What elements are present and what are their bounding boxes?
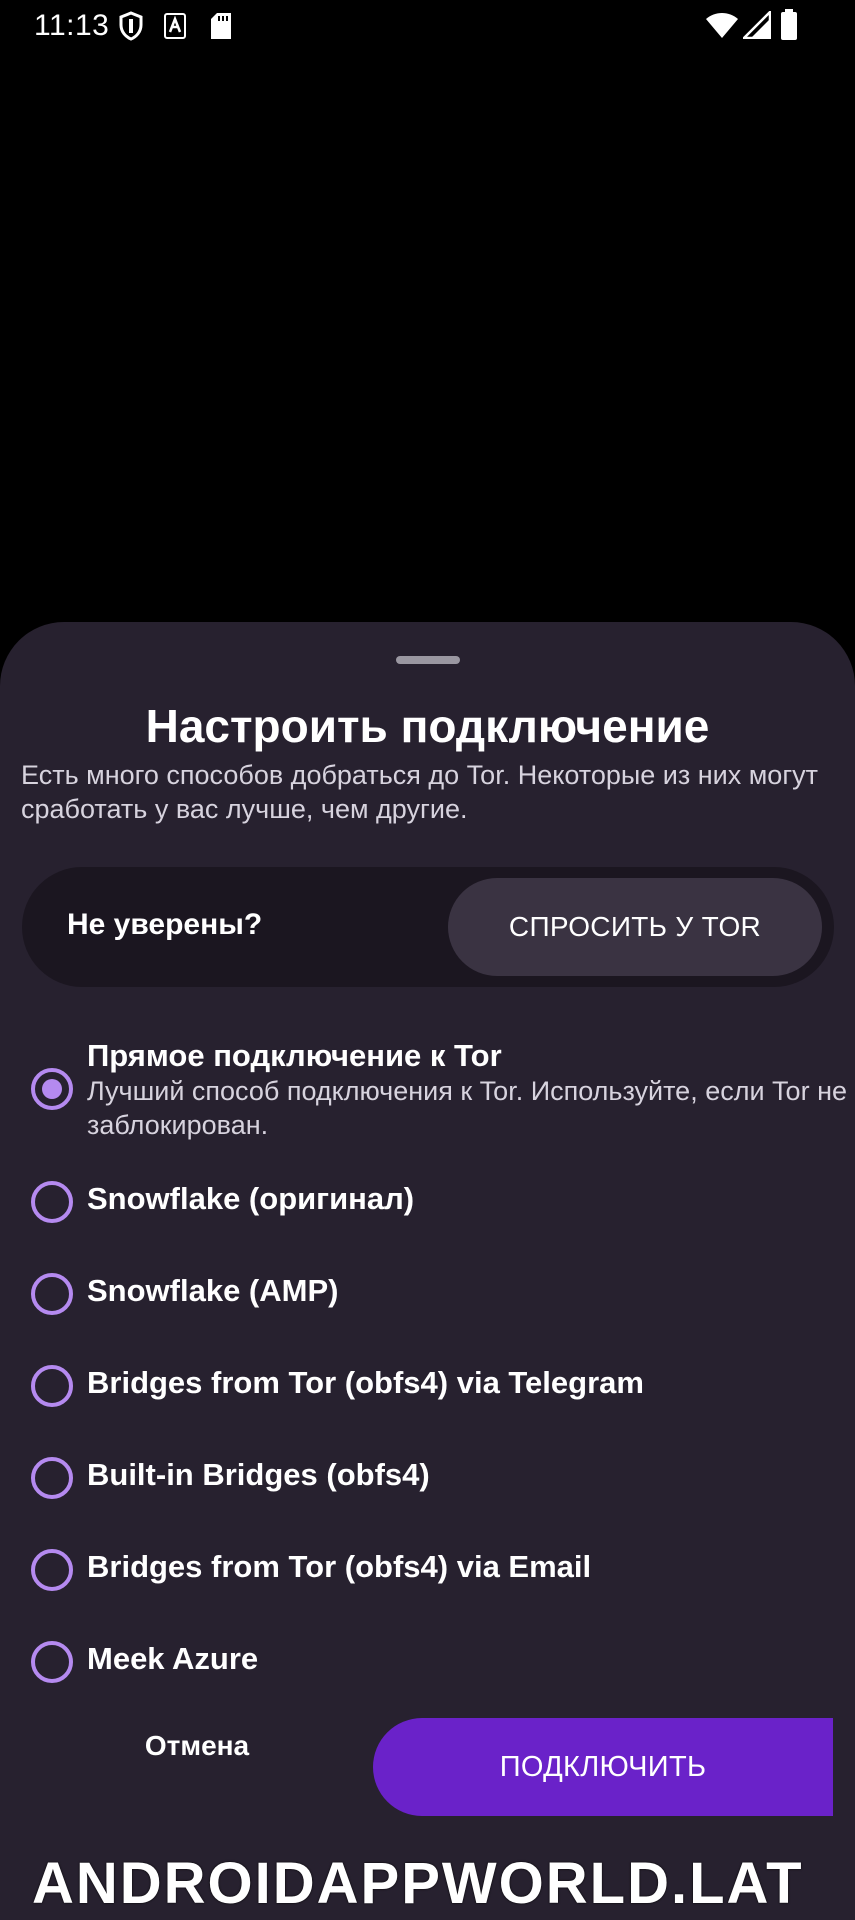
option-direct-connection[interactable]: Прямое подключение к Tor Лучший способ п… bbox=[0, 1027, 855, 1147]
option-snowflake-amp[interactable]: Snowflake (AMP) bbox=[0, 1252, 855, 1315]
option-title: Meek Azure bbox=[87, 1641, 259, 1676]
screen: 11:13 Настроить подключение Есть много с… bbox=[0, 0, 855, 1920]
radio-selected[interactable] bbox=[31, 1068, 73, 1110]
a-notification-icon bbox=[164, 13, 186, 39]
option-bridges-email[interactable]: Bridges from Tor (obfs4) via Email bbox=[0, 1528, 855, 1591]
signal-icon bbox=[743, 11, 771, 39]
option-title: Прямое подключение к Tor bbox=[87, 1038, 502, 1073]
sheet-description: Есть много способов добраться до Tor. Не… bbox=[21, 760, 819, 824]
wifi-icon bbox=[706, 13, 738, 38]
option-meek-azure[interactable]: Meek Azure bbox=[0, 1620, 855, 1683]
sheet-title: Настроить подключение bbox=[145, 700, 710, 752]
option-title: Bridges from Tor (obfs4) via Email bbox=[87, 1549, 592, 1584]
option-description: Лучший способ подключения к Tor. Использ… bbox=[87, 1076, 847, 1140]
drag-handle[interactable] bbox=[396, 656, 460, 664]
connection-bottom-sheet: Настроить подключение Есть много способо… bbox=[0, 622, 855, 1920]
option-bridges-telegram[interactable]: Bridges from Tor (obfs4) via Telegram bbox=[0, 1344, 855, 1407]
radio-unselected[interactable] bbox=[31, 1549, 73, 1591]
status-time: 11:13 bbox=[34, 9, 110, 42]
ask-tor-button[interactable]: СПРОСИТЬ У TOR bbox=[448, 878, 822, 976]
radio-unselected[interactable] bbox=[31, 1181, 73, 1223]
radio-unselected[interactable] bbox=[31, 1641, 73, 1683]
radio-unselected[interactable] bbox=[31, 1273, 73, 1315]
battery-icon bbox=[781, 9, 797, 40]
option-builtin-bridges[interactable]: Built-in Bridges (obfs4) bbox=[0, 1436, 855, 1499]
option-title: Snowflake (оригинал) bbox=[87, 1181, 415, 1216]
radio-unselected[interactable] bbox=[31, 1457, 73, 1499]
not-sure-card: Не уверены? СПРОСИТЬ У TOR bbox=[22, 867, 834, 987]
connect-button[interactable]: ПОДКЛЮЧИТЬ bbox=[373, 1718, 833, 1816]
option-title: Snowflake (AMP) bbox=[87, 1273, 339, 1308]
sd-card-icon bbox=[211, 13, 231, 39]
cancel-button[interactable]: Отмена bbox=[60, 1716, 334, 1776]
radio-unselected[interactable] bbox=[31, 1365, 73, 1407]
not-sure-label: Не уверены? bbox=[67, 908, 263, 941]
watermark-text: ANDROIDAPPWORLD.LAT bbox=[32, 1851, 804, 1916]
shield-icon bbox=[119, 11, 143, 41]
status-bar: 11:13 bbox=[0, 0, 855, 52]
option-title: Built-in Bridges (obfs4) bbox=[87, 1457, 430, 1492]
option-title: Bridges from Tor (obfs4) via Telegram bbox=[87, 1365, 644, 1400]
option-snowflake-original[interactable]: Snowflake (оригинал) bbox=[0, 1160, 855, 1223]
